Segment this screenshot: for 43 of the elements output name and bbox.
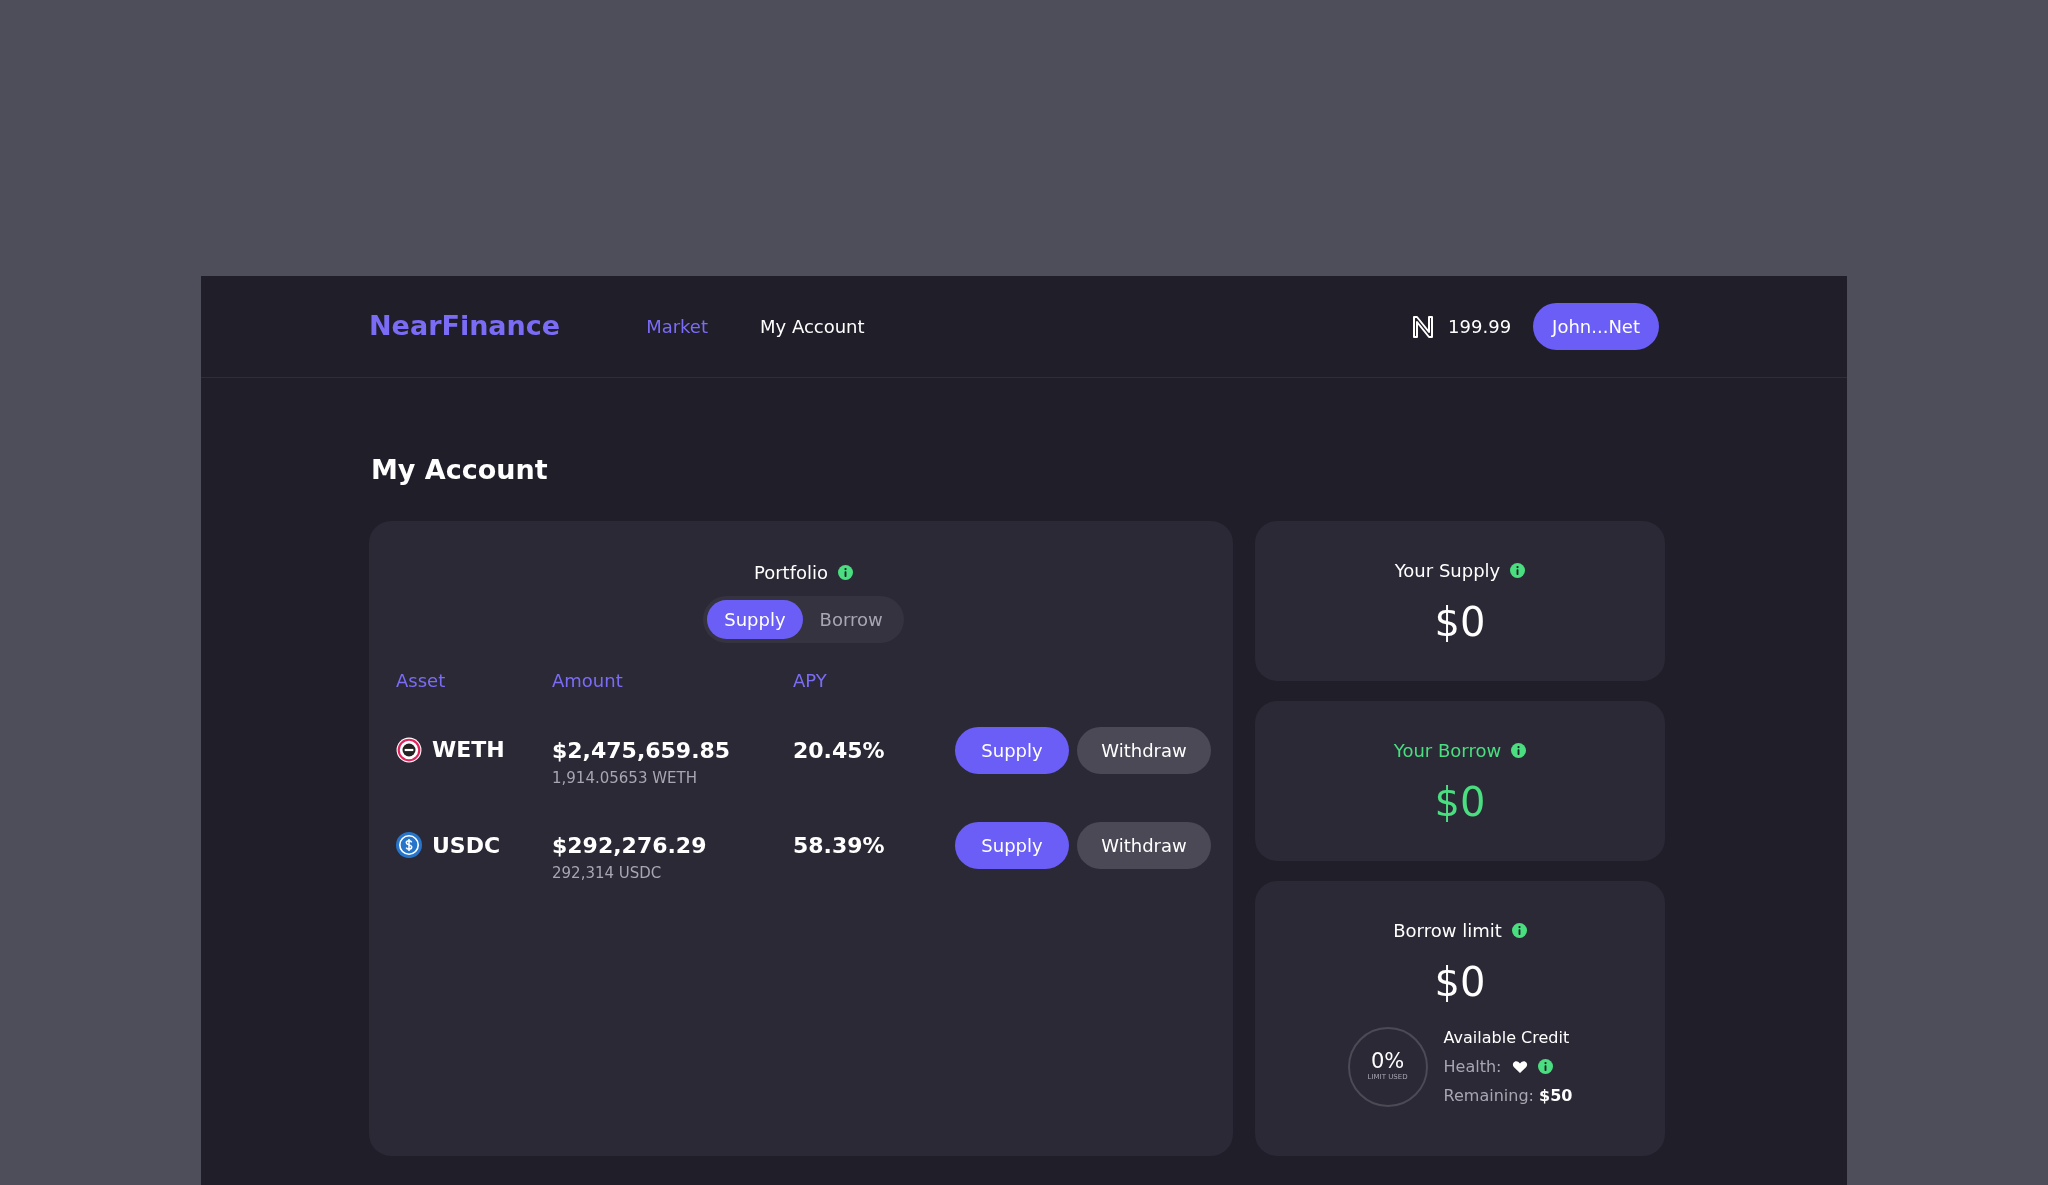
withdraw-button[interactable]: Withdraw bbox=[1077, 726, 1211, 774]
column-header: Asset bbox=[396, 668, 447, 693]
toggle-tab[interactable]: Supply bbox=[707, 599, 803, 639]
toggle-tab[interactable]: Borrow bbox=[802, 599, 900, 639]
supply-button[interactable]: Supply bbox=[955, 822, 1069, 869]
column-header: Amount bbox=[552, 668, 624, 693]
summary-value: $0 bbox=[1434, 777, 1486, 827]
token-amount: 292,314 USDC bbox=[552, 863, 663, 884]
info-icon bbox=[1511, 742, 1527, 758]
asset-name: USDC bbox=[432, 831, 501, 860]
card-title: Portfolio bbox=[753, 560, 829, 585]
heart-icon bbox=[1511, 1058, 1528, 1075]
card-title: Your Supply bbox=[1394, 558, 1501, 583]
column-header: APY bbox=[793, 668, 828, 693]
info-icon bbox=[838, 564, 854, 580]
summary-value: $0 bbox=[1434, 957, 1486, 1007]
health-label: Health: bbox=[1443, 1055, 1502, 1078]
account-button[interactable]: John...Net bbox=[1533, 303, 1659, 350]
amount-value: $292,276.29 bbox=[552, 832, 708, 860]
gauge-value: 0% bbox=[1370, 1050, 1405, 1072]
amount-value: $2,475,659.85 bbox=[552, 736, 732, 765]
card-title: Borrow limit bbox=[1393, 918, 1502, 943]
brand-logo[interactable]: NearFinance bbox=[369, 306, 561, 347]
info-icon bbox=[1537, 1059, 1553, 1074]
supply-button[interactable]: Supply bbox=[955, 726, 1069, 774]
logo-icon bbox=[1412, 315, 1435, 338]
info-icon bbox=[1510, 562, 1526, 578]
card-title: Your Borrow bbox=[1393, 738, 1502, 763]
asset-name: WETH bbox=[432, 736, 505, 764]
info-icon bbox=[1511, 922, 1527, 938]
nav-link[interactable]: Market bbox=[646, 313, 708, 340]
apy-value: 20.45% bbox=[793, 736, 886, 765]
page-title: My Account bbox=[371, 453, 549, 487]
withdraw-button[interactable]: Withdraw bbox=[1077, 822, 1211, 869]
credit-heading: Available Credit bbox=[1443, 1026, 1571, 1049]
nav-link[interactable]: My Account bbox=[760, 313, 865, 340]
summary-value: $0 bbox=[1434, 597, 1486, 647]
balance-amount: 199.99 bbox=[1448, 315, 1512, 339]
coin-icon bbox=[396, 832, 422, 858]
remaining-text: Remaining: $50 bbox=[1443, 1084, 1573, 1107]
apy-value: 58.39% bbox=[793, 832, 886, 860]
coin-icon bbox=[396, 736, 422, 763]
token-amount: 1,914.05653 WETH bbox=[552, 767, 698, 789]
